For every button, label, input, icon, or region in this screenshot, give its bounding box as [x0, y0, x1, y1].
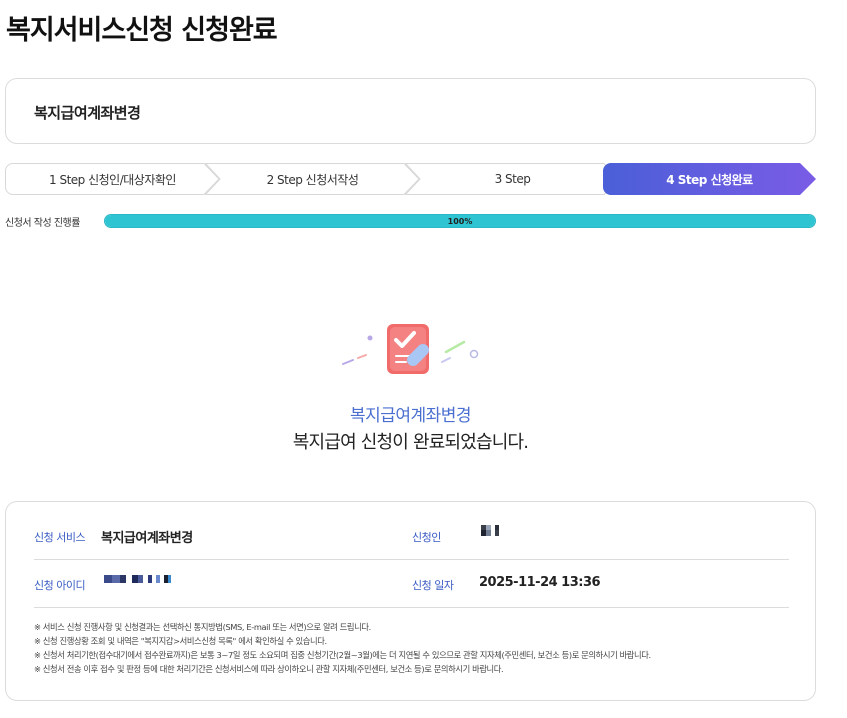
progress-label: 신청서 작성 진행률 [5, 218, 80, 229]
info-row-id: 신청 아이디 신청 일자 2025-11-24 13:36 [34, 558, 789, 608]
service-value: 복지급여계좌변경 [101, 531, 193, 546]
applicant-name-masked-2 [481, 530, 499, 536]
step-2-label: 2 Step 신청서작성 [266, 172, 359, 187]
notice-item: ※ 신청서 처리기한(접수대기에서 접수완료까지)은 보통 3~7일 정도 소요… [34, 650, 651, 660]
service-label: 신청 서비스 [34, 531, 86, 544]
progress-bar: 100% [104, 214, 816, 228]
service-name-box: 복지급여계좌변경 [5, 78, 816, 144]
step-2: 2 Step 신청서작성 [205, 163, 420, 195]
notice-list: ※ 서비스 신청 진행사항 및 신청결과는 선택하신 통지방법(SMS, E-m… [34, 620, 794, 676]
step-4: 4 Step 신청완료 [603, 163, 816, 195]
service-name: 복지급여계좌변경 [34, 104, 141, 122]
info-row-service: 신청 서비스 복지급여계좌변경 신청인 [34, 510, 789, 560]
applicant-label: 신청인 [412, 531, 441, 544]
application-info-box: 신청 서비스 복지급여계좌변경 신청인 신청 아이디 신청 일자 2025-11… [5, 501, 816, 701]
date-value: 2025-11-24 13:36 [479, 575, 601, 590]
id-label: 신청 아이디 [34, 579, 86, 592]
progress-text: 100% [447, 216, 473, 226]
step-1-label: 1 Step 신청인/대상자확인 [49, 172, 176, 187]
page-title: 복지서비스신청 신청완료 [6, 15, 278, 46]
progress-row: 신청서 작성 진행률 100% [5, 212, 816, 230]
notice-item: ※ 서비스 신청 진행사항 및 신청결과는 선택하신 통지방법(SMS, E-m… [34, 622, 371, 632]
completion-message: 복지급여 신청이 완료되었습니다. [292, 432, 529, 453]
date-label: 신청 일자 [412, 579, 454, 592]
step-4-label: 4 Step 신청완료 [666, 172, 753, 187]
step-3-label: 3 Step [494, 172, 531, 186]
completion-illustration-icon [342, 324, 479, 374]
applicant-id-masked [104, 575, 171, 583]
step-indicator: 1 Step 신청인/대상자확인 2 Step 신청서작성 3 Step 4 S… [5, 163, 816, 195]
completion-service-name: 복지급여계좌변경 [349, 406, 472, 426]
notice-item: ※ 신청 진행상황 조회 및 내역은 "복지지갑>서비스신청 목록" 에서 확인… [34, 636, 327, 646]
step-3: 3 Step [405, 163, 620, 195]
step-1: 1 Step 신청인/대상자확인 [5, 163, 220, 195]
notice-item: ※ 신청서 전송 이후 접수 및 판정 등에 대한 처리기간은 신청서비스에 따… [34, 664, 504, 674]
